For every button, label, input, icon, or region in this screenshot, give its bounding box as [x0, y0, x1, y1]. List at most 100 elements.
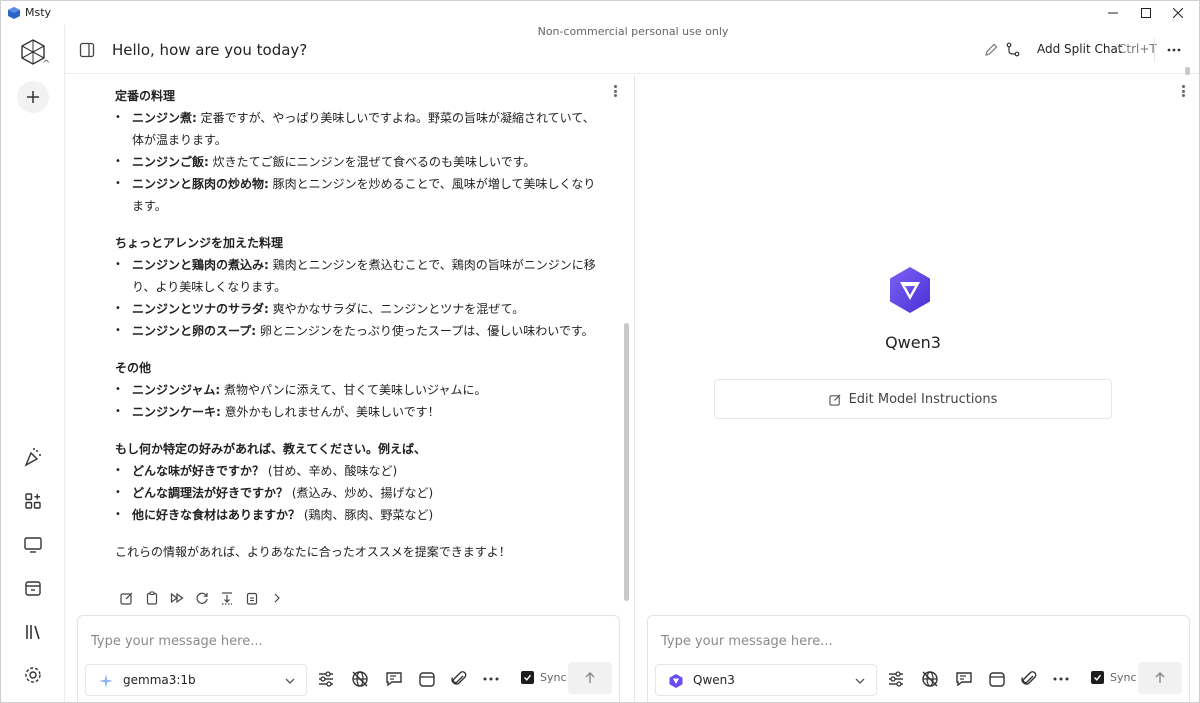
- sliders-icon: [319, 671, 333, 687]
- more-horizontal-icon: [1167, 48, 1181, 52]
- library-icon[interactable]: [23, 622, 43, 642]
- msty-app-icon: [8, 7, 20, 19]
- archive-box-icon[interactable]: [23, 578, 43, 598]
- send-button[interactable]: [1138, 662, 1182, 694]
- item-description: 定番ですが、やっぱり美味しいですよね。野菜の旨味が凝縮されていて、体が温まります…: [132, 111, 595, 147]
- chevron-up-icon[interactable]: ^: [42, 59, 50, 70]
- copy-message-button[interactable]: [143, 590, 160, 607]
- left-composer: Type your message here... gemma3:1b Sync: [77, 615, 620, 702]
- prompt-library-button[interactable]: [383, 668, 405, 690]
- item-term: どんな味が好きですか？: [132, 464, 265, 478]
- chevron-down-icon: [285, 678, 295, 684]
- continue-button[interactable]: [168, 590, 185, 607]
- item-description: 爽やかなサラダに、ニンジンとツナを混ぜて。: [268, 302, 525, 316]
- prompt-library-button[interactable]: [953, 668, 975, 690]
- section-heading: その他: [115, 361, 152, 375]
- insert-below-button[interactable]: [218, 590, 235, 607]
- web-search-toggle[interactable]: [919, 668, 941, 690]
- settings-gear-icon[interactable]: [23, 665, 43, 685]
- sync-toggle[interactable]: Sync: [521, 671, 567, 684]
- monitor-icon[interactable]: [23, 535, 43, 555]
- sync-toggle[interactable]: Sync: [1091, 671, 1137, 684]
- edit-icon: [119, 592, 132, 605]
- model-parameters-button[interactable]: [315, 668, 337, 690]
- maximize-icon: [1141, 8, 1151, 18]
- model-selector[interactable]: Qwen3: [655, 664, 877, 696]
- list-item: ニンジンと卵のスープ: 卵とニンジンをたっぷり使ったスープは、優しい味わいです。: [115, 320, 605, 342]
- section-heading: ちょっとアレンジを加えた料理: [115, 236, 284, 250]
- edit-model-instructions-button[interactable]: Edit Model Instructions: [714, 379, 1112, 419]
- composer-more-button[interactable]: [1050, 668, 1072, 690]
- list-item: どんな調理法が好きですか？ (煮込み、炒め、揚げなど): [115, 482, 605, 504]
- save-prompt-button[interactable]: [243, 590, 260, 607]
- sync-checkbox[interactable]: [1091, 671, 1104, 684]
- item-description: (煮込み、炒め、揚げなど): [288, 486, 434, 500]
- edit-title-icon[interactable]: [983, 42, 999, 58]
- split-chat-shortcut: Ctrl+T: [1118, 42, 1157, 56]
- list-item: ニンジンジャム: 煮物やパンに添えて、甘くて美味しいジャムに。: [115, 379, 605, 401]
- right-scrollbar[interactable]: [1185, 67, 1190, 75]
- add-split-chat-button[interactable]: Add Split Chat: [1037, 42, 1123, 56]
- regenerate-button[interactable]: [193, 590, 210, 607]
- pane-menu-button[interactable]: [1175, 83, 1191, 99]
- composer-more-button[interactable]: [480, 668, 502, 690]
- attach-file-button[interactable]: [1018, 668, 1040, 690]
- message-bolt-icon: [956, 672, 972, 687]
- check-icon: [524, 674, 532, 681]
- web-search-toggle[interactable]: [349, 668, 371, 690]
- send-button[interactable]: [568, 662, 612, 694]
- model-name: Qwen3: [693, 673, 735, 687]
- model-name: gemma3:1b: [123, 673, 196, 687]
- bullet-list: どんな味が好きですか？ (甘め、辛め、酸味など)どんな調理法が好きですか？ (煮…: [115, 460, 605, 526]
- closing-text: これらの情報があれば、よりあなたに合ったオススメを提案できますよ！: [115, 545, 511, 559]
- list-item: どんな味が好きですか？ (甘め、辛め、酸味など): [115, 460, 605, 482]
- knowledge-stack-button[interactable]: [416, 668, 438, 690]
- clipboard-save-icon: [246, 592, 257, 605]
- model-selector[interactable]: gemma3:1b: [85, 664, 307, 696]
- sync-label: Sync: [1110, 671, 1137, 684]
- fast-forward-icon: [170, 592, 184, 604]
- item-term: どんな調理法が好きですか？: [132, 486, 289, 500]
- bullet-list: ニンジン煮: 定番ですが、やっぱり美味しいですよね。野菜の旨味が凝縮されていて、…: [115, 107, 605, 217]
- title-bar: Msty Non-commercial personal use only: [1, 1, 1199, 38]
- check-icon: [1094, 674, 1102, 681]
- close-window-button[interactable]: [1155, 1, 1199, 25]
- message-input[interactable]: Type your message here...: [91, 634, 263, 649]
- branch-icon[interactable]: [1005, 42, 1021, 58]
- arrow-up-icon: [1155, 672, 1165, 683]
- list-item: ニンジンケーキ: 意外かもしれませんが、美味しいです！: [115, 401, 605, 423]
- knowledge-stack-button[interactable]: [986, 668, 1008, 690]
- more-options-button[interactable]: [1162, 38, 1186, 62]
- model-title: Qwen3: [885, 333, 941, 352]
- chevron-down-icon: [855, 678, 865, 684]
- item-term: ニンジンと豚肉の炒め物:: [132, 177, 269, 191]
- new-chat-button[interactable]: [17, 81, 49, 113]
- right-chat-pane: Qwen3 Edit Model Instructions Type your …: [634, 67, 1199, 702]
- close-icon: [1173, 8, 1183, 18]
- sync-checkbox[interactable]: [521, 671, 534, 684]
- chat-title[interactable]: Hello, how are you today?: [112, 41, 307, 59]
- list-item: ニンジンご飯: 炊きたてご飯にニンジンを混ぜて食べるのも美味しいです。: [115, 151, 605, 173]
- header-divider: [1154, 38, 1155, 62]
- item-description: (甘め、辛め、酸味など): [264, 464, 398, 478]
- message-input[interactable]: Type your message here...: [661, 634, 833, 649]
- attach-file-button[interactable]: [448, 668, 470, 690]
- more-actions-button[interactable]: [268, 590, 285, 607]
- left-rail: ^: [1, 25, 65, 702]
- message-scrollbar[interactable]: [624, 323, 629, 601]
- apps-grid-icon[interactable]: [23, 491, 43, 511]
- model-parameters-button[interactable]: [885, 668, 907, 690]
- app-window: Msty Non-commercial personal use only ^: [0, 0, 1200, 703]
- sidebar-toggle-icon[interactable]: [79, 42, 95, 58]
- edit-message-button[interactable]: [118, 590, 135, 607]
- paperclip-icon: [1021, 671, 1037, 685]
- message-menu-button[interactable]: [607, 83, 623, 99]
- window-title: Msty: [25, 6, 52, 19]
- party-popper-icon[interactable]: [23, 447, 43, 467]
- item-term: ニンジンケーキ:: [132, 405, 221, 419]
- section-heading: もし何か特定の好みがあれば、教えてください。例えば、: [115, 442, 427, 456]
- chat-header: Hello, how are you today? Add Split Chat…: [65, 25, 1199, 74]
- item-term: ニンジンジャム:: [132, 383, 221, 397]
